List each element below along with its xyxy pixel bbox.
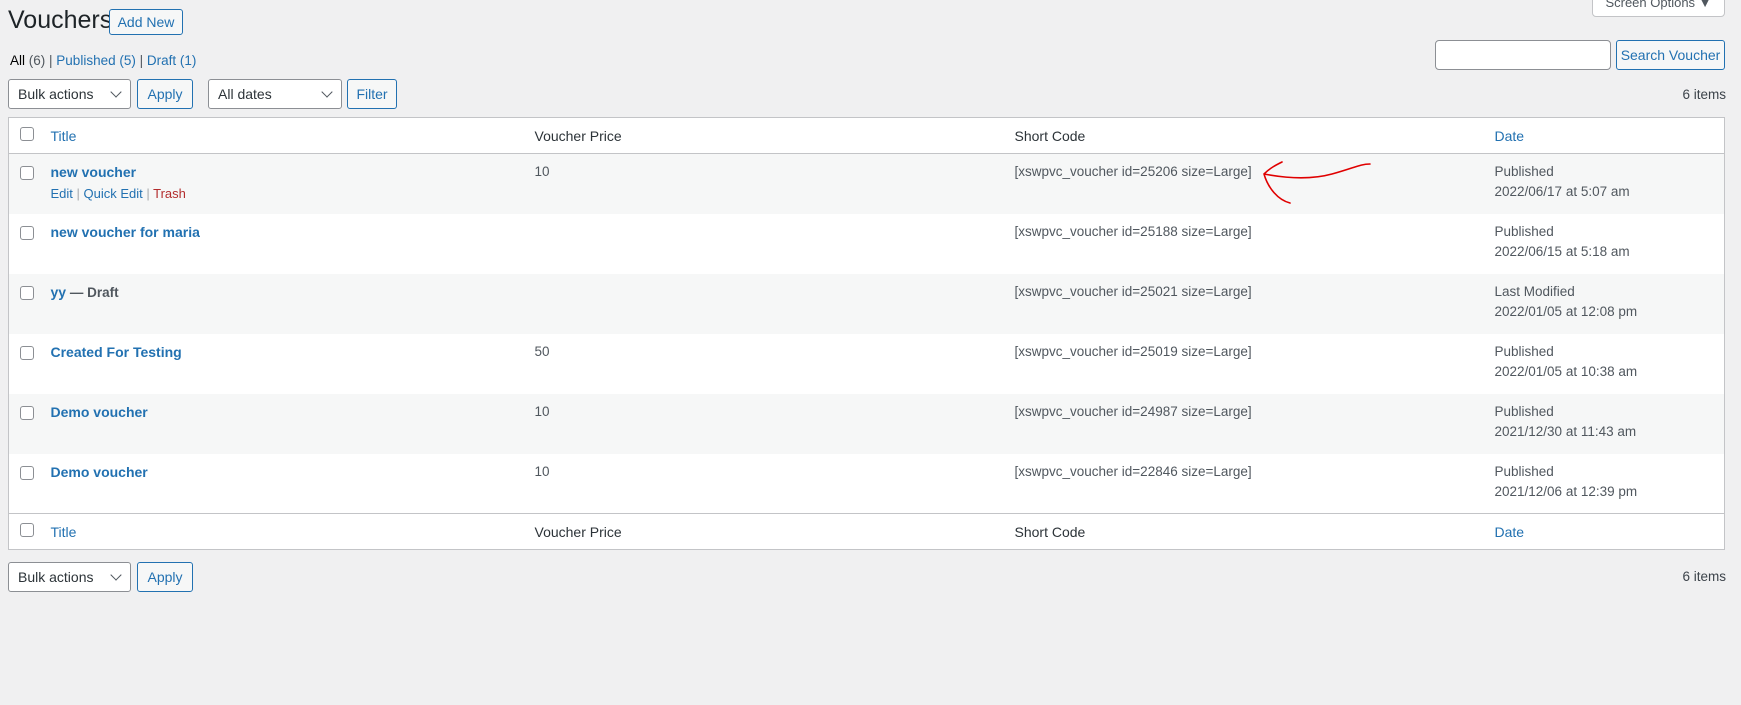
apply-button[interactable]: Apply bbox=[137, 79, 193, 109]
row-title-link[interactable]: Demo voucher bbox=[51, 404, 148, 420]
row-shortcode: [xswpvc_voucher id=25021 size=Large] bbox=[1014, 283, 1252, 299]
row-date: 2022/01/05 at 10:38 am bbox=[1494, 363, 1638, 379]
row-price bbox=[535, 274, 1015, 334]
row-checkbox[interactable] bbox=[20, 405, 34, 420]
bulk-actions-select-bottom[interactable]: Bulk actions bbox=[8, 562, 131, 592]
filter-button[interactable]: Filter bbox=[347, 79, 397, 109]
column-price: Voucher Price bbox=[534, 117, 1015, 154]
chevron-down-icon bbox=[321, 86, 333, 98]
row-price: 10 bbox=[534, 403, 550, 419]
row-title-link[interactable]: new voucher bbox=[51, 164, 137, 180]
column-shortcode-footer: Short Code bbox=[1014, 513, 1495, 550]
column-title-sort-footer[interactable]: Title bbox=[51, 524, 77, 540]
chevron-down-icon bbox=[110, 569, 122, 581]
row-title-link[interactable]: Created For Testing bbox=[51, 344, 182, 360]
row-status: Published bbox=[1494, 403, 1554, 419]
row-shortcode: [xswpvc_voucher id=22846 size=Large] bbox=[1014, 463, 1252, 479]
column-shortcode: Short Code bbox=[1014, 117, 1495, 154]
row-checkbox[interactable] bbox=[20, 465, 34, 480]
view-all[interactable]: All (6) bbox=[10, 53, 45, 68]
row-price: 10 bbox=[534, 164, 550, 179]
column-title-sort[interactable]: Title bbox=[51, 128, 77, 144]
row-checkbox[interactable] bbox=[20, 225, 34, 240]
row-title-link[interactable]: yy bbox=[51, 284, 67, 300]
trash-link[interactable]: Trash bbox=[153, 186, 186, 201]
bulk-actions-label: Bulk actions bbox=[18, 569, 94, 585]
column-date-sort-footer[interactable]: Date bbox=[1495, 524, 1525, 540]
date-filter-label: All dates bbox=[218, 86, 272, 102]
row-checkbox[interactable] bbox=[20, 345, 34, 360]
column-date-sort[interactable]: Date bbox=[1495, 128, 1525, 144]
screen-options-button[interactable]: Screen Options ▼ bbox=[1592, 0, 1725, 17]
row-title-link[interactable]: Demo voucher bbox=[51, 464, 148, 480]
table-row: Created For Testing 50 [xswpvc_voucher i… bbox=[9, 334, 1725, 394]
chevron-down-icon bbox=[110, 86, 122, 98]
row-price: 50 bbox=[534, 343, 550, 359]
row-status: Published bbox=[1494, 223, 1554, 239]
date-filter-select[interactable]: All dates bbox=[208, 79, 342, 109]
row-date: 2022/01/05 at 12:08 pm bbox=[1494, 303, 1638, 319]
table-row: Demo voucher 10 [xswpvc_voucher id=24987… bbox=[8, 393, 1725, 454]
row-status: Published bbox=[1494, 343, 1554, 359]
view-draft[interactable]: Draft (1) bbox=[147, 53, 197, 68]
vouchers-table: Title Voucher Price Short Code Date new … bbox=[8, 117, 1725, 550]
view-filters: All (6) | Published (5) | Draft (1) bbox=[10, 53, 197, 68]
search-voucher-button[interactable]: Search Voucher bbox=[1616, 40, 1725, 70]
row-date: 2021/12/06 at 12:39 pm bbox=[1494, 483, 1638, 499]
view-published[interactable]: Published (5) bbox=[56, 53, 136, 68]
edit-link[interactable]: Edit bbox=[51, 186, 73, 201]
page-title: Vouchers bbox=[8, 6, 113, 34]
search-input[interactable] bbox=[1435, 40, 1611, 70]
quick-edit-link[interactable]: Quick Edit bbox=[84, 186, 143, 201]
table-row: new voucher for maria [xswpvc_voucher id… bbox=[9, 214, 1725, 274]
bulk-actions-select[interactable]: Bulk actions bbox=[8, 79, 131, 109]
row-date: 2022/06/15 at 5:18 am bbox=[1494, 243, 1630, 259]
row-date: 2022/06/17 at 5:07 am bbox=[1494, 184, 1630, 199]
post-state: — Draft bbox=[69, 284, 119, 300]
table-row: yy — Draft [xswpvc_voucher id=25021 size… bbox=[8, 273, 1725, 334]
items-count-bottom: 6 items bbox=[1682, 569, 1726, 584]
row-shortcode: [xswpvc_voucher id=24987 size=Large] bbox=[1014, 403, 1252, 419]
row-shortcode: [xswpvc_voucher id=25206 size=Large] bbox=[1014, 164, 1252, 179]
row-shortcode: [xswpvc_voucher id=25188 size=Large] bbox=[1014, 223, 1252, 239]
bulk-actions-label: Bulk actions bbox=[18, 86, 94, 102]
items-count: 6 items bbox=[1682, 87, 1726, 102]
apply-button-bottom[interactable]: Apply bbox=[137, 562, 193, 592]
row-shortcode: [xswpvc_voucher id=25019 size=Large] bbox=[1014, 343, 1252, 359]
row-status: Published bbox=[1494, 463, 1554, 479]
row-title-link[interactable]: new voucher for maria bbox=[51, 224, 200, 240]
select-all-checkbox[interactable] bbox=[20, 127, 34, 141]
add-new-button[interactable]: Add New bbox=[109, 9, 183, 35]
row-status: Last Modified bbox=[1494, 283, 1575, 299]
table-row: new voucher Edit | Quick Edit | Trash 10… bbox=[8, 153, 1725, 214]
row-status: Published bbox=[1494, 164, 1554, 179]
row-price: 10 bbox=[534, 463, 550, 479]
row-price bbox=[535, 214, 1015, 274]
table-row: Demo voucher 10 [xswpvc_voucher id=22846… bbox=[9, 454, 1725, 514]
column-price-footer: Voucher Price bbox=[534, 513, 1015, 550]
red-arrow-annotation bbox=[1263, 161, 1371, 204]
row-checkbox[interactable] bbox=[20, 285, 34, 300]
row-date: 2021/12/30 at 11:43 am bbox=[1494, 423, 1637, 439]
select-all-checkbox-footer[interactable] bbox=[20, 523, 34, 537]
row-checkbox[interactable] bbox=[20, 166, 34, 180]
